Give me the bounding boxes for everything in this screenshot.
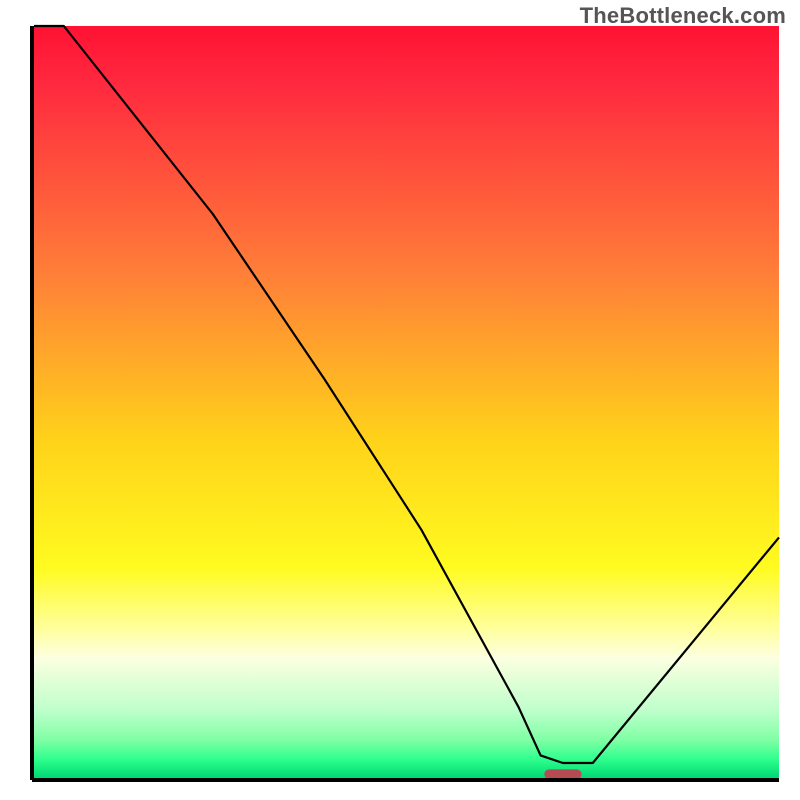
optimal-marker	[544, 769, 581, 779]
watermark-label: TheBottleneck.com	[580, 3, 786, 29]
bottleneck-curve-chart	[0, 0, 800, 800]
chart-container: TheBottleneck.com	[0, 0, 800, 800]
plot-background	[34, 26, 779, 778]
